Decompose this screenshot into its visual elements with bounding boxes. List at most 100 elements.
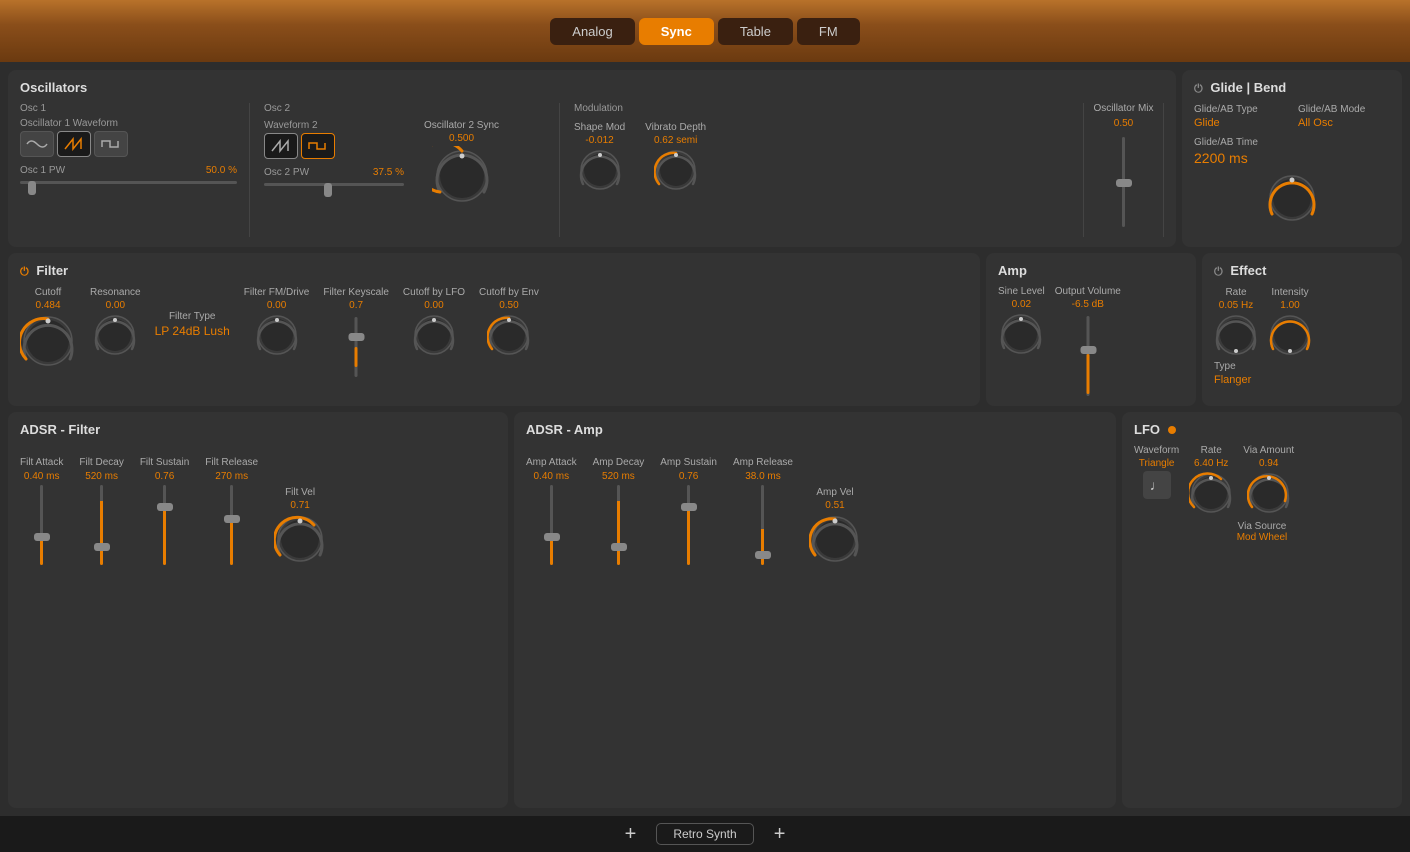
filt-decay-slider[interactable] xyxy=(100,485,103,565)
amp-release-slider[interactable] xyxy=(761,485,764,565)
sine-level-knob[interactable]: Sine Level 0.02 xyxy=(998,286,1045,356)
effect-power-icon[interactable]: ⏻ xyxy=(1214,266,1223,278)
glide-mode-label: Glide/AB Mode xyxy=(1298,104,1390,115)
lfo-rate-label: Rate xyxy=(1201,445,1222,456)
lfo-via-amount-label: Via Amount xyxy=(1243,445,1294,456)
bot-row: ADSR - Filter Filt Attack 0.40 ms Filt D… xyxy=(8,412,1402,808)
filt-attack-label: Filt Attack xyxy=(20,457,63,468)
amp-vel-knob[interactable]: Amp Vel 0.51 xyxy=(809,487,861,565)
osc2-wave-square[interactable] xyxy=(301,133,335,159)
add-track-right-button[interactable]: + xyxy=(766,823,794,846)
effect-rate-knob[interactable]: Rate 0.05 Hz xyxy=(1214,287,1258,357)
osc2-wave-saw[interactable] xyxy=(264,133,298,159)
tab-table[interactable]: Table xyxy=(718,18,793,45)
osc1-wave-square[interactable] xyxy=(94,131,128,157)
cutoff-lfo-knob[interactable]: Cutoff by LFO 0.00 xyxy=(403,287,465,357)
amp-vel-value: 0.51 xyxy=(825,500,844,511)
glide-type-value[interactable]: Glide xyxy=(1194,117,1286,129)
osc2-panel: Osc 2 Waveform 2 xyxy=(250,103,560,237)
output-volume-value: -6.5 dB xyxy=(1072,299,1104,310)
lfo-via-source-label: Via Source xyxy=(1134,521,1390,532)
filt-decay-col: Filt Decay 520 ms xyxy=(79,457,123,565)
filt-sustain-col: Filt Sustain 0.76 xyxy=(140,457,189,565)
lfo-note-icon[interactable]: ♩ xyxy=(1143,471,1171,499)
osc1-waveform-label: Oscillator 1 Waveform xyxy=(20,118,237,129)
osc1-pw-label: Osc 1 PW xyxy=(20,165,65,176)
fmdrive-knob[interactable]: Filter FM/Drive 0.00 xyxy=(244,287,310,357)
adsr-amp-section: ADSR - Amp Amp Attack 0.40 ms Amp Decay … xyxy=(514,412,1116,808)
filt-vel-knob[interactable]: Filt Vel 0.71 xyxy=(274,487,326,565)
output-volume-control[interactable]: Output Volume -6.5 dB xyxy=(1055,286,1121,396)
shape-mod-label: Shape Mod xyxy=(574,122,625,133)
filt-release-slider[interactable] xyxy=(230,485,233,565)
lfo-via-amount-knob[interactable]: Via Amount 0.94 xyxy=(1243,445,1294,515)
glide-mode-item: Glide/AB Mode All Osc xyxy=(1298,104,1390,129)
effect-type-value[interactable]: Flanger xyxy=(1214,374,1390,386)
osc-mix-slider[interactable] xyxy=(1122,137,1125,237)
lfo-active-dot xyxy=(1168,426,1176,434)
lfo-rate-value: 6.40 Hz xyxy=(1194,458,1228,469)
resonance-knob[interactable]: Resonance 0.00 xyxy=(90,287,141,357)
filt-vel-value: 0.71 xyxy=(290,500,309,511)
resonance-value: 0.00 xyxy=(106,300,125,311)
amp-decay-slider[interactable] xyxy=(617,485,620,565)
lfo-via-source-value[interactable]: Mod Wheel xyxy=(1134,532,1390,543)
amp-attack-slider[interactable] xyxy=(550,485,553,565)
amp-attack-label: Amp Attack xyxy=(526,457,577,468)
main-content: Oscillators Osc 1 Oscillator 1 Waveform xyxy=(0,62,1410,816)
tab-analog[interactable]: Analog xyxy=(550,18,634,45)
effect-intensity-value: 1.00 xyxy=(1280,300,1299,311)
amp-release-label: Amp Release xyxy=(733,457,793,468)
osc1-wave-saw[interactable] xyxy=(57,131,91,157)
fmdrive-value: 0.00 xyxy=(267,300,286,311)
osc2-pw-slider[interactable] xyxy=(264,183,404,197)
keyscale-control[interactable]: Filter Keyscale 0.7 xyxy=(323,287,389,377)
filt-attack-slider[interactable] xyxy=(40,485,43,565)
osc1-waveform-group xyxy=(20,131,237,157)
fmdrive-label: Filter FM/Drive xyxy=(244,287,310,298)
filt-vel-label: Filt Vel xyxy=(285,487,315,498)
oscillators-title: Oscillators xyxy=(20,80,1164,95)
cutoff-env-knob[interactable]: Cutoff by Env 0.50 xyxy=(479,287,539,357)
effect-rate-label: Rate xyxy=(1225,287,1246,298)
glide-power-icon[interactable]: ⏻ xyxy=(1194,83,1203,95)
add-track-left-button[interactable]: + xyxy=(617,823,645,846)
tab-fm[interactable]: FM xyxy=(797,18,860,45)
cutoff-lfo-label: Cutoff by LFO xyxy=(403,287,465,298)
filt-sustain-slider[interactable] xyxy=(163,485,166,565)
glide-section: ⏻ Glide | Bend Glide/AB Type Glide Glide… xyxy=(1182,70,1402,247)
mid-row: ⏻ Filter Cutoff 0.484 xyxy=(8,253,1402,406)
filt-sustain-value: 0.76 xyxy=(155,471,174,482)
vibrato-knob[interactable]: Vibrato Depth 0.62 semi xyxy=(645,122,706,192)
effect-intensity-knob[interactable]: Intensity 1.00 xyxy=(1268,287,1312,357)
tab-sync[interactable]: Sync xyxy=(639,18,714,45)
osc1-wave-sine[interactable] xyxy=(20,131,54,157)
osc2-waveform-label: Waveform 2 xyxy=(264,120,404,131)
filt-decay-value: 520 ms xyxy=(85,471,118,482)
glide-time-item: Glide/AB Time 2200 ms xyxy=(1194,137,1390,224)
amp-vel-label: Amp Vel xyxy=(816,487,853,498)
lfo-waveform-value[interactable]: Triangle xyxy=(1139,458,1175,469)
lfo-via-amount-value: 0.94 xyxy=(1259,458,1278,469)
shape-mod-knob[interactable]: Shape Mod -0.012 xyxy=(574,122,625,192)
vibrato-value: 0.62 semi xyxy=(654,135,697,146)
osc1-pw-row: Osc 1 PW 50.0 % xyxy=(20,165,237,176)
lfo-rate-knob[interactable]: Rate 6.40 Hz xyxy=(1189,445,1233,515)
glide-grid: Glide/AB Type Glide Glide/AB Mode All Os… xyxy=(1194,104,1390,224)
amp-sustain-slider[interactable] xyxy=(687,485,690,565)
amp-sustain-label: Amp Sustain xyxy=(660,457,717,468)
filter-power-icon[interactable]: ⏻ xyxy=(20,266,29,278)
filt-attack-col: Filt Attack 0.40 ms xyxy=(20,457,63,565)
glide-mode-value[interactable]: All Osc xyxy=(1298,117,1390,129)
lfo-via-source: Via Source Mod Wheel xyxy=(1134,521,1390,543)
osc2-sync-knob[interactable]: Oscillator 2 Sync 0.500 xyxy=(424,120,499,206)
osc2-pw-row: Osc 2 PW 37.5 % xyxy=(264,167,404,178)
glide-time-knob[interactable] xyxy=(1194,172,1390,224)
preset-name-button[interactable]: Retro Synth xyxy=(656,823,753,845)
amp-attack-value: 0.40 ms xyxy=(534,471,570,482)
effect-intensity-label: Intensity xyxy=(1271,287,1308,298)
filter-type-value[interactable]: LP 24dB Lush xyxy=(155,324,230,338)
osc1-pw-slider[interactable] xyxy=(20,181,237,195)
adsr-filter-title: ADSR - Filter xyxy=(20,422,496,437)
cutoff-knob[interactable]: Cutoff 0.484 xyxy=(20,287,76,369)
